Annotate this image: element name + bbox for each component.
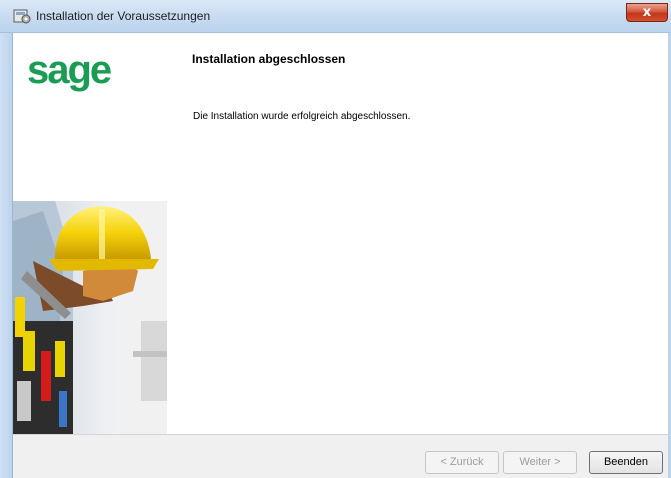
page-title: Installation abgeschlossen [192, 52, 346, 66]
finish-button[interactable]: Beenden [589, 451, 663, 474]
next-button[interactable]: Weiter > [503, 451, 577, 474]
close-button[interactable]: x [626, 3, 668, 22]
window-title: Installation der Voraussetzungen [36, 9, 211, 23]
title-bar[interactable]: Installation der Voraussetzungen x [0, 0, 671, 33]
worker-hardhat-image [13, 201, 167, 434]
back-button[interactable]: < Zurück [425, 451, 499, 474]
sidebar-panel: sage [13, 38, 167, 434]
window-frame-left [0, 33, 13, 478]
sage-logo: sage [27, 48, 112, 92]
status-message: Die Installation wurde erfolgreich abges… [193, 111, 411, 122]
installer-icon [13, 9, 31, 24]
close-icon: x [642, 5, 652, 20]
